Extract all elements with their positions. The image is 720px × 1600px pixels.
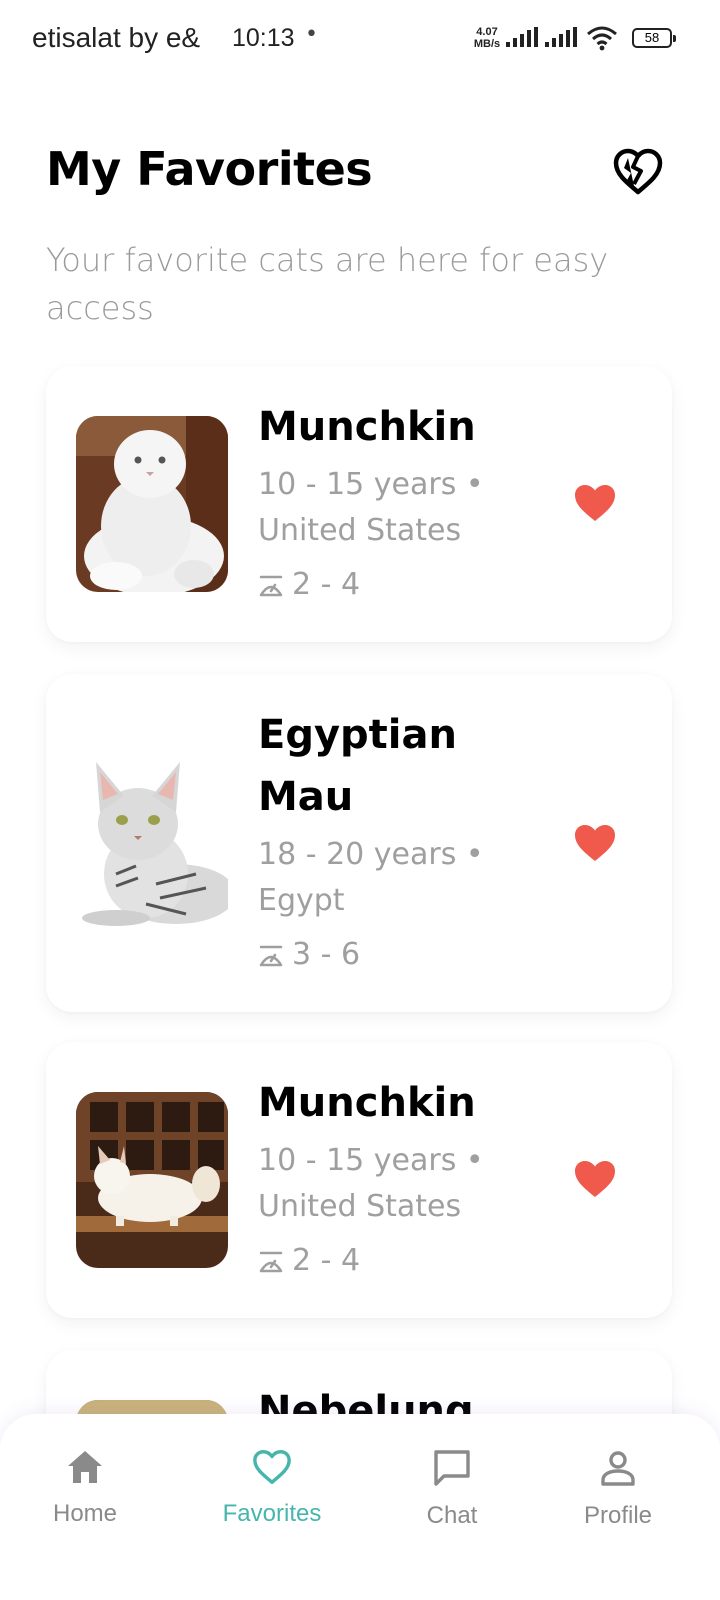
cat-weight: 2 - 4 xyxy=(258,1238,558,1284)
broken-heart-icon[interactable] xyxy=(612,146,664,198)
cat-photo xyxy=(76,1092,228,1268)
cat-info: Egyptian Mau 18 - 20 years • Egypt 3 - 6 xyxy=(258,704,558,978)
favorite-heart-icon[interactable] xyxy=(574,484,616,522)
heart-outline-icon xyxy=(253,1450,291,1484)
favorite-card[interactable]: Munchkin 10 - 15 years • United States 2… xyxy=(46,1042,672,1318)
cat-lifespan: 10 - 15 years • xyxy=(258,1143,484,1178)
weight-scale-icon xyxy=(259,1251,283,1273)
cat-info: Munchkin 10 - 15 years • United States 2… xyxy=(258,1072,558,1284)
nav-chat-label: Chat xyxy=(426,1502,478,1529)
cat-weight-value: 2 - 4 xyxy=(292,1243,361,1278)
cat-weight: 3 - 6 xyxy=(258,932,558,978)
bottom-navigation: Home Favorites Chat Profile xyxy=(0,1414,720,1600)
favorite-card[interactable]: Munchkin 10 - 15 years • United States 2… xyxy=(46,366,672,642)
page-title: My Favorites xyxy=(46,142,373,196)
wifi-icon xyxy=(587,26,617,51)
page-subtitle: Your favorite cats are here for easy acc… xyxy=(46,241,609,327)
cat-lifespan: 10 - 15 years • xyxy=(258,467,484,502)
nav-profile-label: Profile xyxy=(583,1502,653,1529)
nav-home[interactable]: Home xyxy=(5,1448,165,1528)
network-speed-value: 4.07 xyxy=(476,26,498,38)
nav-home-label: Home xyxy=(52,1500,118,1527)
weight-scale-icon xyxy=(259,575,283,597)
battery-indicator: 58 xyxy=(632,28,676,48)
cat-photo xyxy=(76,416,228,592)
network-speed-unit: MB/s xyxy=(473,38,501,50)
cat-origin: United States xyxy=(258,513,462,548)
carrier-name: etisalat by e& xyxy=(32,22,201,53)
nav-profile[interactable]: Profile xyxy=(538,1448,698,1530)
cat-weight-value: 3 - 6 xyxy=(292,937,361,972)
cat-origin: Egypt xyxy=(258,883,345,918)
chat-icon xyxy=(434,1450,470,1486)
cat-origin: United States xyxy=(258,1189,462,1224)
status-bar: etisalat by e& 10:13 • 4.07 MB/s 58 xyxy=(0,0,720,78)
nav-favorites[interactable]: Favorites xyxy=(192,1448,352,1528)
network-speed: 4.07 MB/s xyxy=(470,26,504,50)
cat-lifespan-origin: 10 - 15 years • United States xyxy=(258,462,558,554)
weight-scale-icon xyxy=(259,945,283,967)
cat-breed: Egyptian Mau xyxy=(258,712,457,820)
status-time: 10:13 xyxy=(232,24,295,52)
cat-weight-value: 2 - 4 xyxy=(292,567,361,602)
cat-info: Munchkin 10 - 15 years • United States 2… xyxy=(258,396,558,608)
favorite-heart-icon[interactable] xyxy=(574,1160,616,1198)
cat-breed: Munchkin xyxy=(258,404,476,450)
home-icon xyxy=(68,1451,102,1483)
favorite-heart-icon[interactable] xyxy=(574,824,616,862)
cat-breed: Munchkin xyxy=(258,1080,476,1126)
cat-lifespan-origin: 18 - 20 years • Egypt xyxy=(258,832,558,924)
signal-icon-2 xyxy=(545,27,577,47)
profile-icon xyxy=(601,1451,635,1486)
cat-lifespan-origin: 10 - 15 years • United States xyxy=(258,1138,558,1230)
signal-icon xyxy=(506,27,538,47)
cat-photo xyxy=(76,754,228,930)
cat-weight: 2 - 4 xyxy=(258,562,558,608)
notification-dot: • xyxy=(305,22,318,47)
nav-favorites-label: Favorites xyxy=(222,1500,322,1527)
cat-lifespan: 18 - 20 years • xyxy=(258,837,484,872)
favorite-card[interactable]: Egyptian Mau 18 - 20 years • Egypt 3 - 6 xyxy=(46,674,672,1012)
status-icons xyxy=(506,24,618,52)
nav-chat[interactable]: Chat xyxy=(372,1448,532,1530)
